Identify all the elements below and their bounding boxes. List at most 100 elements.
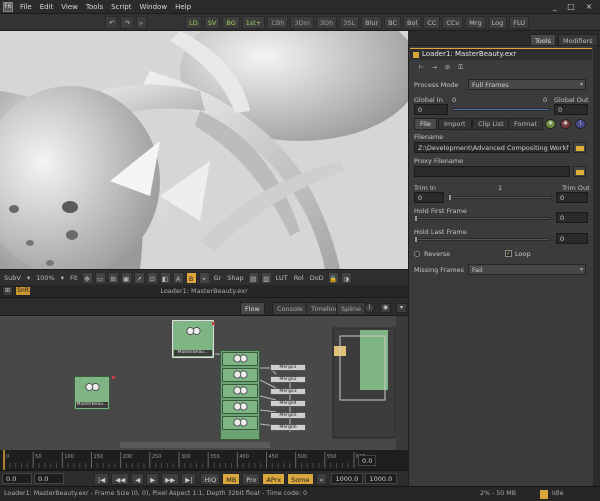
overlay-icon[interactable]: ▤: [247, 271, 259, 284]
checker-icon[interactable]: ⊡: [146, 271, 158, 284]
menu-view[interactable]: View: [57, 3, 82, 11]
global-out-field[interactable]: 0: [554, 104, 588, 115]
zoom-arrow-icon[interactable]: ▾: [59, 272, 66, 284]
guides-icon[interactable]: ⌖: [198, 271, 210, 284]
toolbar-3sl[interactable]: 3SL: [339, 15, 360, 29]
loader-node-pass-3[interactable]: [222, 384, 258, 398]
control-panel-scrollbar[interactable]: [593, 46, 600, 486]
more-arrows-button[interactable]: »: [315, 472, 328, 485]
global-end-field[interactable]: 1000.0: [365, 473, 398, 484]
bypass-icon[interactable]: ⊘: [442, 64, 453, 74]
trim-in-handle[interactable]: [448, 194, 452, 201]
menu-edit[interactable]: Edit: [36, 3, 58, 11]
toolbar-3dm[interactable]: 3Dm: [290, 15, 314, 29]
shape-dropdown[interactable]: Shap: [225, 272, 245, 284]
reverse-toggle[interactable]: [414, 251, 420, 257]
tab-import[interactable]: Import: [438, 118, 472, 130]
hiq-toggle[interactable]: HiQ: [200, 472, 221, 485]
zoom-dropdown[interactable]: 100%: [34, 272, 57, 284]
trim-in-field[interactable]: 0: [414, 192, 444, 203]
info-icon[interactable]: i: [364, 303, 375, 313]
toolbar-blur[interactable]: Blur: [361, 15, 383, 29]
panel-menu-icon[interactable]: ▾: [396, 303, 407, 313]
toolbar-bg[interactable]: BG: [222, 15, 240, 29]
menu-script[interactable]: Script: [107, 3, 135, 11]
process-mode-dropdown[interactable]: Full Frames ▾: [468, 79, 586, 90]
tab-format[interactable]: Format: [508, 118, 543, 130]
hold-last-handle[interactable]: [414, 236, 418, 243]
toolbar-bol[interactable]: Bol: [403, 15, 422, 29]
toolbar-log[interactable]: Log: [487, 15, 508, 29]
aprx-toggle[interactable]: APrx: [262, 472, 286, 485]
rewind-button[interactable]: ◀◀: [111, 472, 130, 485]
hold-first-handle[interactable]: [414, 215, 418, 222]
tab-tools[interactable]: Tools: [530, 34, 557, 46]
select-tool-button[interactable]: ▹: [135, 15, 148, 29]
link-icon[interactable]: ↗: [133, 271, 145, 284]
close-window-button[interactable]: ×: [582, 1, 596, 12]
hold-first-slider[interactable]: [414, 217, 550, 220]
buffer-a-button[interactable]: A: [172, 271, 184, 284]
channel-icon[interactable]: ▥: [260, 271, 272, 284]
stereo-icon[interactable]: ◑: [340, 271, 352, 284]
menu-help[interactable]: Help: [171, 3, 195, 11]
merge-node-6[interactable]: Merge6: [270, 424, 306, 431]
tab-file[interactable]: File: [414, 118, 437, 130]
undo-button[interactable]: ↶: [105, 15, 119, 29]
toolbar-flu[interactable]: FLU: [509, 15, 530, 29]
hold-last-field[interactable]: 0: [556, 233, 588, 244]
subview-arrow-icon[interactable]: ▾: [25, 272, 32, 284]
settings-icon[interactable]: ✱: [560, 119, 571, 129]
toolbar-ld[interactable]: LD: [185, 15, 202, 29]
filename-field[interactable]: Z:\Development\Advanced Compositing Work…: [414, 142, 570, 153]
grid-icon[interactable]: ⊞: [107, 271, 119, 284]
merge-node-4[interactable]: Merge4: [270, 400, 306, 407]
loader-node-masterbeauty-active[interactable]: MasterBeau...: [172, 320, 214, 358]
arrow-icon[interactable]: →: [429, 64, 440, 74]
region-icon[interactable]: ▭: [94, 271, 106, 284]
toolbar-ccv[interactable]: CCv: [442, 15, 464, 29]
dod-button[interactable]: DoD: [308, 272, 326, 284]
buffer-b-button[interactable]: B: [185, 271, 197, 284]
toolbar-bc[interactable]: BC: [384, 15, 402, 29]
menu-file[interactable]: File: [16, 3, 36, 11]
loop-checkbox[interactable]: ✓: [505, 250, 512, 257]
current-time-field[interactable]: 0.0: [358, 455, 377, 466]
loader-node-pass-5[interactable]: [222, 416, 258, 430]
hold-first-field[interactable]: 0: [556, 212, 588, 223]
go-to-end-button[interactable]: ▶|: [181, 472, 197, 485]
missing-frames-dropdown[interactable]: Fail ▾: [468, 264, 586, 275]
trim-slider[interactable]: [448, 196, 552, 199]
play-button[interactable]: ▶: [146, 472, 160, 485]
toolbar-cbh[interactable]: CBh: [267, 15, 289, 29]
maximize-button[interactable]: □: [564, 1, 578, 12]
merge-node-1[interactable]: Merge1: [270, 364, 306, 371]
some-toggle[interactable]: Some: [287, 472, 314, 485]
tab-spline[interactable]: Spline: [336, 302, 366, 314]
global-in-field[interactable]: 0: [414, 104, 448, 115]
trim-out-field[interactable]: 0: [556, 192, 588, 203]
tab-clip-list[interactable]: Clip List: [472, 118, 510, 130]
fit-button[interactable]: Fit: [68, 272, 80, 284]
proxy-browse-folder-icon[interactable]: [573, 166, 586, 177]
loader-node-pass-2[interactable]: [222, 368, 258, 382]
tool-header[interactable]: Loader1: MasterBeauty.exr: [410, 48, 592, 60]
global-start-field[interactable]: 0.0: [2, 473, 32, 484]
menu-tools[interactable]: Tools: [82, 3, 107, 11]
loader-node-pass-1[interactable]: [222, 352, 258, 366]
fast-forward-button[interactable]: ▶▶: [161, 472, 180, 485]
tab-console[interactable]: Console: [272, 302, 308, 314]
tab-modifiers[interactable]: Modifiers: [558, 34, 598, 46]
hold-last-slider[interactable]: [414, 238, 550, 241]
toolbar-cc[interactable]: CC: [423, 15, 441, 29]
toolbar-3dh[interactable]: 3Dh: [315, 15, 338, 29]
lock-icon[interactable]: 🔒: [327, 271, 339, 284]
flow-editor[interactable]: MasterBeau... MasterBeau... Merge1 Merge…: [0, 316, 408, 450]
toolbar-mrg[interactable]: Mrg: [465, 15, 486, 29]
merge-node-3[interactable]: Merge3: [270, 388, 306, 395]
roi-button[interactable]: Rol: [292, 272, 306, 284]
browse-folder-icon[interactable]: [573, 142, 586, 153]
loader-node-pass-4[interactable]: [222, 400, 258, 414]
guides-dropdown[interactable]: Gr: [212, 272, 224, 284]
node-output-pin[interactable]: [212, 322, 215, 325]
